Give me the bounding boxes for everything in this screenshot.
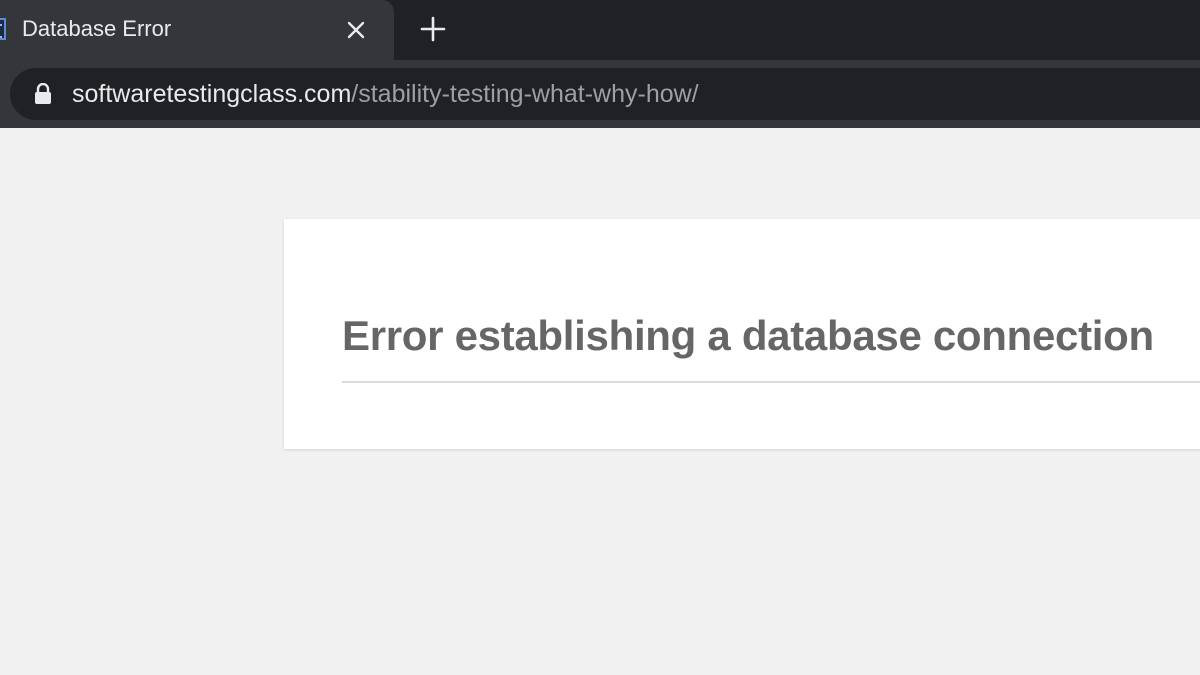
- tab-database-error[interactable]: Database Error: [0, 0, 394, 60]
- tab-strip: Database Error: [0, 0, 1200, 60]
- url-path: /stability-testing-what-why-how/: [351, 80, 699, 108]
- close-icon: [347, 21, 365, 39]
- close-tab-button[interactable]: [342, 16, 370, 44]
- plus-icon: [420, 16, 446, 42]
- heading-divider: [342, 381, 1200, 383]
- url-host: softwaretestingclass.com: [72, 80, 352, 108]
- tab-title: Database Error: [22, 16, 172, 41]
- address-bar[interactable]: softwaretestingclass.com/stability-testi…: [10, 68, 1200, 120]
- new-tab-button[interactable]: [416, 12, 450, 46]
- page-favicon-icon: [0, 18, 6, 40]
- page-content: Error establishing a database connection: [0, 128, 1200, 675]
- url-text[interactable]: softwaretestingclass.com/stability-testi…: [72, 80, 699, 108]
- browser-toolbar: softwaretestingclass.com/stability-testi…: [0, 60, 1200, 128]
- lock-icon[interactable]: [34, 83, 52, 105]
- error-heading: Error establishing a database connection: [342, 312, 1154, 359]
- browser-chrome: Database Error softwaretestingclass.com/…: [0, 0, 1200, 128]
- error-panel: Error establishing a database connection: [284, 219, 1200, 449]
